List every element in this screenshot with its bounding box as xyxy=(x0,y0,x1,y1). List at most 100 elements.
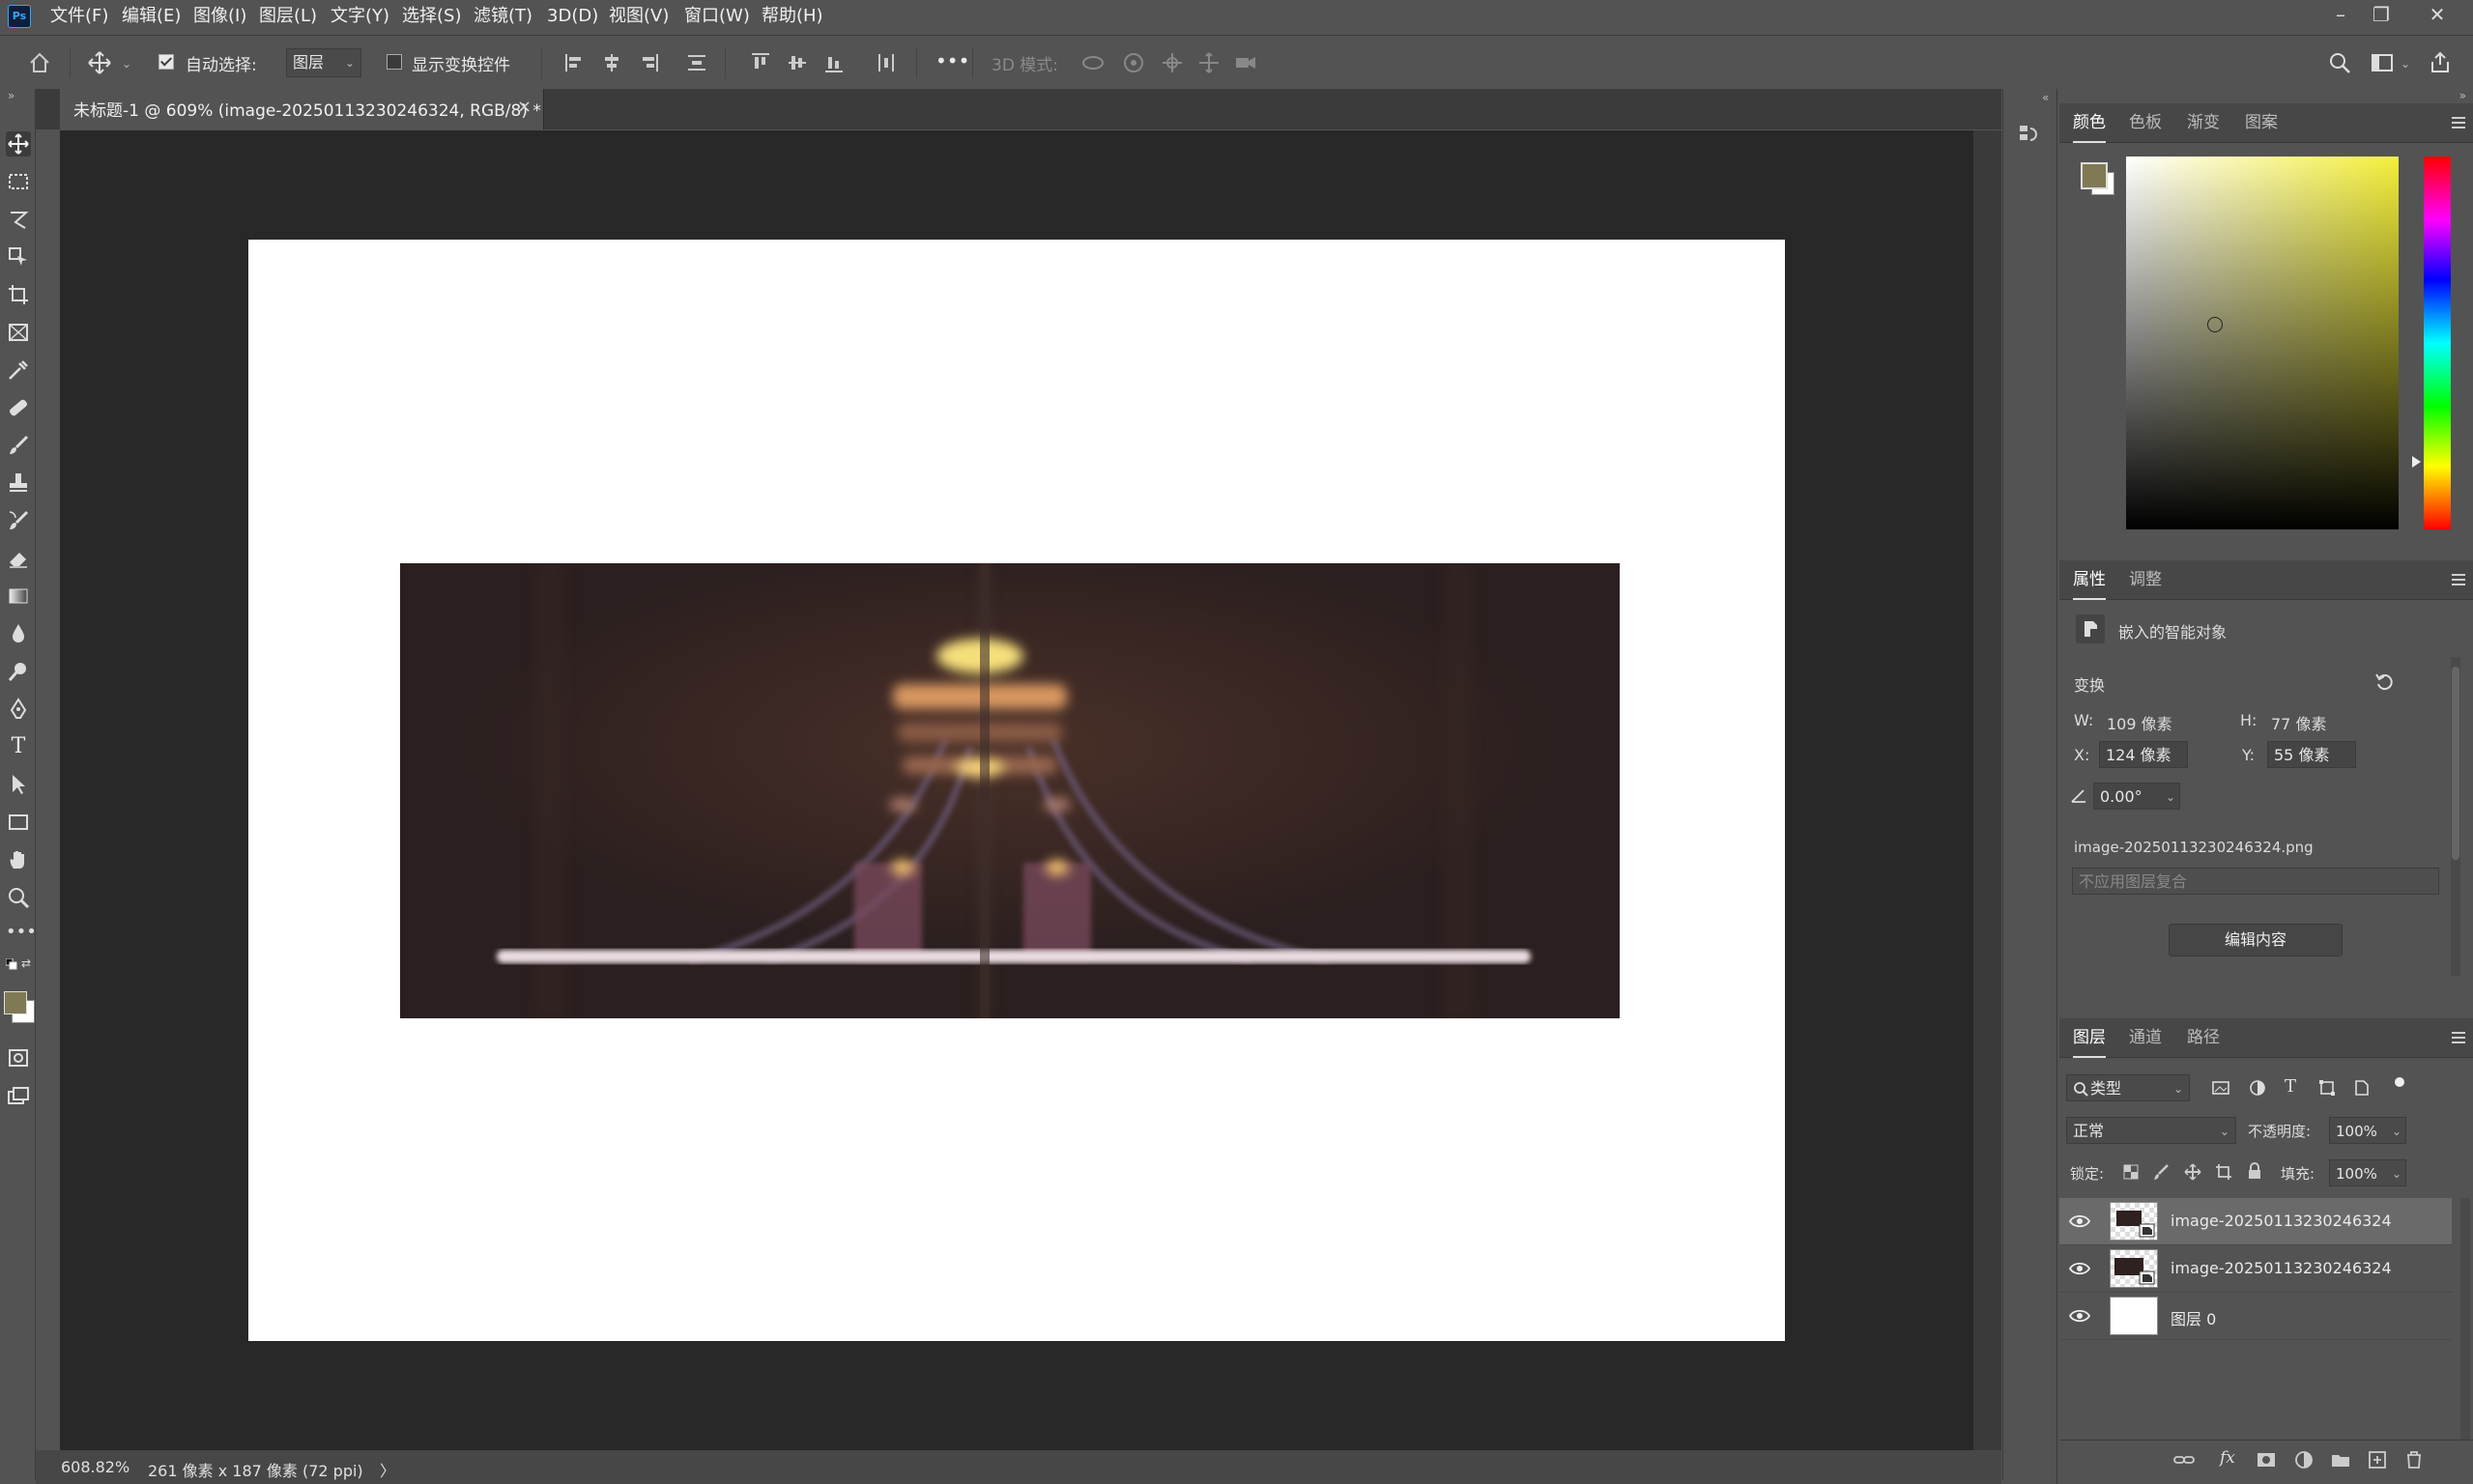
more-options-button[interactable]: ••• xyxy=(935,49,969,72)
screen-mode-icon[interactable] xyxy=(6,1084,31,1109)
menu-edit[interactable]: 编辑(E) xyxy=(122,0,181,33)
delete-layer-icon[interactable] xyxy=(2403,1450,2425,1470)
lock-artboard-icon[interactable] xyxy=(2215,1163,2232,1181)
y-position-field[interactable]: 55 像素 xyxy=(2267,741,2356,768)
path-selection-tool-icon[interactable] xyxy=(6,772,31,797)
layer-row[interactable]: 图层 0 xyxy=(2059,1293,2452,1340)
search-icon[interactable] xyxy=(2327,50,2352,75)
show-transform-checkbox[interactable] xyxy=(387,54,402,70)
menu-select[interactable]: 选择(S) xyxy=(402,0,461,33)
add-mask-icon[interactable] xyxy=(2256,1450,2277,1470)
foreground-color-swatch[interactable] xyxy=(4,991,27,1014)
eraser-tool-icon[interactable] xyxy=(6,546,31,571)
expand-toolbar-icon[interactable]: » xyxy=(8,89,14,102)
marquee-tool-icon[interactable] xyxy=(6,169,31,194)
crop-tool-icon[interactable] xyxy=(6,282,31,307)
panel-menu-icon[interactable] xyxy=(2452,1032,2465,1043)
type-tool-icon[interactable]: T xyxy=(6,734,31,759)
frame-tool-icon[interactable] xyxy=(6,320,31,345)
visibility-eye-icon[interactable] xyxy=(2069,1213,2090,1229)
3d-slide-icon[interactable] xyxy=(1196,50,1222,75)
align-left-icon[interactable] xyxy=(562,50,588,75)
tab-paths[interactable]: 路径 xyxy=(2187,1018,2220,1057)
distribute-vertical-icon[interactable] xyxy=(684,50,709,75)
layer-filter-dropdown[interactable]: 类型 ⌄ xyxy=(2066,1074,2190,1101)
collapse-dock-icon[interactable]: « xyxy=(2042,91,2049,104)
properties-scrollbar[interactable] xyxy=(2451,657,2460,976)
scrollbar-thumb[interactable] xyxy=(2452,667,2459,860)
align-middle-vertical-icon[interactable] xyxy=(785,50,810,75)
tab-layers[interactable]: 图层 xyxy=(2073,1018,2106,1058)
visibility-eye-icon[interactable] xyxy=(2069,1308,2090,1324)
menu-file[interactable]: 文件(F) xyxy=(50,0,108,33)
new-layer-icon[interactable] xyxy=(2367,1450,2388,1470)
panel-menu-icon[interactable] xyxy=(2452,574,2465,585)
lock-transparency-icon[interactable] xyxy=(2122,1163,2140,1181)
link-layers-icon[interactable] xyxy=(2173,1450,2195,1470)
chevron-down-icon[interactable]: ⌄ xyxy=(122,57,131,71)
reset-transform-icon[interactable] xyxy=(2373,671,2395,692)
3d-pan-icon[interactable] xyxy=(1160,50,1185,75)
quick-mask-icon[interactable] xyxy=(6,1045,31,1070)
auto-select-checkbox[interactable] xyxy=(158,54,174,70)
lock-position-icon[interactable] xyxy=(2184,1163,2201,1181)
minimize-button[interactable]: – xyxy=(2319,0,2362,29)
menu-layer[interactable]: 图层(L) xyxy=(259,0,317,33)
filter-smart-object-icon[interactable] xyxy=(2352,1078,2372,1098)
move-tool-icon[interactable] xyxy=(6,131,31,157)
layers-scrollbar[interactable] xyxy=(2460,1198,2470,1440)
tab-adjustments[interactable]: 调整 xyxy=(2129,560,2162,599)
menu-help[interactable]: 帮助(H) xyxy=(762,0,823,33)
workspace-icon[interactable] xyxy=(2370,50,2395,75)
eyedropper-tool-icon[interactable] xyxy=(6,357,31,383)
layer-row[interactable]: image-20250113230246324 xyxy=(2059,1198,2452,1245)
clone-stamp-tool-icon[interactable] xyxy=(6,471,31,496)
color-panel-foreground-swatch[interactable] xyxy=(2081,162,2108,189)
menu-view[interactable]: 视图(V) xyxy=(609,0,669,33)
distribute-horizontal-icon[interactable] xyxy=(874,50,899,75)
brush-tool-icon[interactable] xyxy=(6,433,31,458)
hue-slider-handle[interactable] xyxy=(2412,456,2421,468)
blend-mode-dropdown[interactable]: 正常 ⌄ xyxy=(2066,1117,2236,1144)
placed-smart-object-image[interactable] xyxy=(400,563,1620,1018)
3d-orbit-icon[interactable] xyxy=(1080,50,1106,75)
filter-toggle-icon[interactable] xyxy=(2395,1077,2404,1087)
menu-filter[interactable]: 滤镜(T) xyxy=(474,0,532,33)
object-selection-tool-icon[interactable] xyxy=(6,244,31,270)
color-picker-field[interactable] xyxy=(2126,157,2399,529)
tab-channels[interactable]: 通道 xyxy=(2129,1018,2162,1057)
share-icon[interactable] xyxy=(2428,50,2453,75)
tab-swatches[interactable]: 色板 xyxy=(2129,103,2162,142)
pen-tool-icon[interactable] xyxy=(6,697,31,722)
menu-window[interactable]: 窗口(W) xyxy=(684,0,750,33)
x-position-field[interactable]: 124 像素 xyxy=(2099,741,2188,768)
new-adjustment-layer-icon[interactable] xyxy=(2293,1450,2315,1470)
tab-patterns[interactable]: 图案 xyxy=(2245,103,2278,142)
dodge-tool-icon[interactable] xyxy=(6,659,31,684)
lock-all-icon[interactable] xyxy=(2246,1162,2263,1180)
blur-tool-icon[interactable] xyxy=(6,621,31,646)
rectangle-tool-icon[interactable] xyxy=(6,810,31,835)
menu-image[interactable]: 图像(I) xyxy=(193,0,246,33)
fill-field[interactable]: 100% ⌄ xyxy=(2329,1159,2406,1186)
healing-brush-tool-icon[interactable] xyxy=(6,395,31,420)
vertical-scrollbar[interactable] xyxy=(1973,130,2001,1450)
panel-menu-icon[interactable] xyxy=(2452,117,2465,128)
restore-button[interactable]: ❐ xyxy=(2360,0,2402,29)
visibility-eye-icon[interactable] xyxy=(2069,1261,2090,1276)
home-icon[interactable] xyxy=(27,50,52,75)
align-center-horizontal-icon[interactable] xyxy=(599,50,624,75)
menu-type[interactable]: 文字(Y) xyxy=(331,0,389,33)
zoom-tool-icon[interactable] xyxy=(6,885,31,910)
height-value[interactable]: 77 像素 xyxy=(2271,711,2326,734)
color-picker-cursor[interactable] xyxy=(2207,317,2223,332)
tab-gradients[interactable]: 渐变 xyxy=(2187,103,2220,142)
new-group-icon[interactable] xyxy=(2330,1450,2351,1470)
3d-roll-icon[interactable] xyxy=(1121,50,1146,75)
width-value[interactable]: 109 像素 xyxy=(2107,711,2172,734)
angle-field[interactable]: 0.00° ⌄ xyxy=(2093,783,2180,810)
filter-type-icon[interactable]: T xyxy=(2285,1076,2296,1097)
tab-color[interactable]: 颜色 xyxy=(2073,103,2106,143)
zoom-level[interactable]: 608.82% xyxy=(61,1458,129,1476)
align-right-icon[interactable] xyxy=(636,50,661,75)
